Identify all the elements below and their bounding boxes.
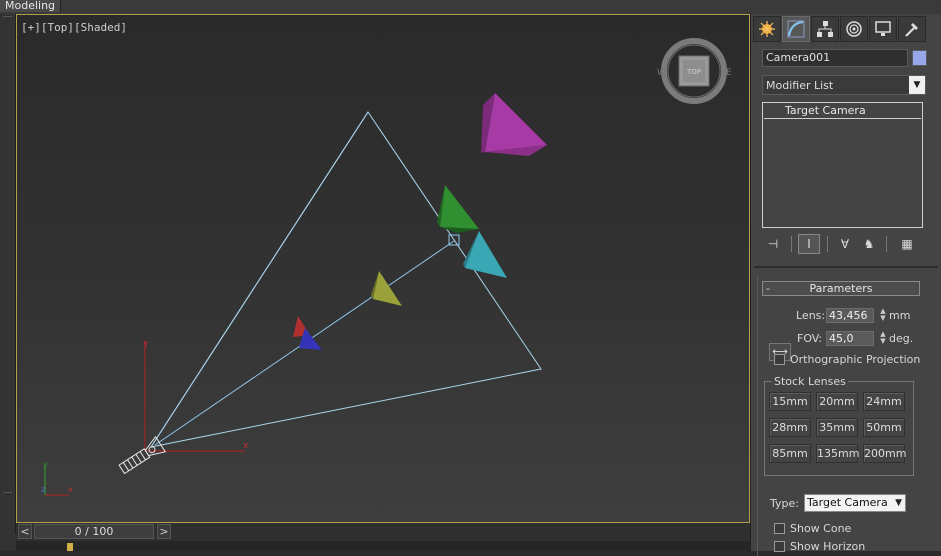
command-panel-tabs bbox=[753, 16, 929, 44]
hierarchy-tab[interactable] bbox=[811, 16, 839, 42]
parameters-rollout-header[interactable]: Parameters - bbox=[762, 281, 920, 296]
fov-spinner[interactable]: ▲ ▼ bbox=[879, 331, 887, 346]
motion-tab[interactable] bbox=[840, 16, 868, 42]
utilities-tab[interactable] bbox=[898, 16, 926, 42]
orthographic-label: Orthographic Projection bbox=[790, 353, 921, 366]
viewport-top[interactable]: y x y x z TOP W E [+][Top][Shaded] bbox=[16, 14, 750, 523]
time-slider[interactable]: 0 / 100 bbox=[34, 524, 154, 539]
status-corner bbox=[0, 534, 16, 551]
pyramid-green[interactable] bbox=[437, 185, 479, 233]
left-toolbar-strip bbox=[0, 14, 16, 534]
modifier-stack[interactable]: Target Camera bbox=[762, 102, 923, 228]
lens-200mm-button[interactable]: 200mm bbox=[863, 444, 906, 463]
lens-24mm-button[interactable]: 24mm bbox=[863, 392, 905, 411]
timeline-prev-button[interactable]: < bbox=[18, 524, 32, 539]
strip-divider bbox=[3, 16, 12, 17]
show-cone-label: Show Cone bbox=[790, 522, 852, 535]
configure-modifier-sets-icon[interactable]: ▦ bbox=[896, 234, 918, 254]
viewport-label[interactable]: [+][Top][Shaded] bbox=[21, 21, 127, 34]
stack-tools-divider bbox=[827, 236, 828, 252]
camera-axis-y-label: y bbox=[143, 339, 149, 349]
utilities-icon bbox=[905, 23, 918, 37]
viewport-scene: y x y x z TOP W E bbox=[41, 38, 732, 496]
modify-icon bbox=[787, 20, 805, 38]
create-icon bbox=[759, 21, 775, 37]
modifier-stack-tools: ⊣ I ∀ ♞ ▦ bbox=[762, 234, 927, 254]
modifier-list-label: Modifier List bbox=[766, 79, 834, 92]
stock-lenses-group: Stock Lenses 15mm 20mm 24mm 28mm 35mm 50… bbox=[764, 375, 914, 476]
fov-unit: deg. bbox=[889, 332, 914, 345]
camera-type-select[interactable]: Target Camera ▼ bbox=[804, 494, 906, 512]
remove-modifier-icon[interactable]: ♞ bbox=[858, 234, 880, 254]
strip-divider bbox=[3, 492, 12, 493]
world-axis-z-label: z bbox=[41, 485, 45, 494]
stack-tools-divider bbox=[791, 236, 792, 252]
lens-field[interactable]: 43,456 bbox=[826, 308, 874, 323]
lens-28mm-button[interactable]: 28mm bbox=[769, 418, 811, 437]
viewcube[interactable]: TOP W E bbox=[657, 38, 732, 104]
show-cone-checkbox[interactable] bbox=[774, 523, 785, 534]
frustum-edge bbox=[150, 111, 369, 448]
lens-label: Lens: bbox=[796, 309, 826, 322]
command-panel: Camera001 Modifier List ▼ Target Camera … bbox=[750, 14, 941, 556]
object-name-field[interactable]: Camera001 bbox=[762, 49, 908, 67]
stock-lenses-title: Stock Lenses bbox=[772, 375, 848, 388]
object-color-swatch[interactable] bbox=[912, 50, 927, 66]
chevron-down-icon: ▼ bbox=[909, 76, 925, 94]
type-label: Type: bbox=[770, 497, 799, 510]
parameters-title: Parameters bbox=[809, 282, 873, 295]
timeline-next-button[interactable]: > bbox=[157, 524, 171, 539]
chevron-down-icon: ▼ bbox=[895, 498, 902, 508]
hierarchy-icon bbox=[817, 21, 833, 37]
viewcube-east-label: E bbox=[726, 68, 732, 78]
viewcube-west-label: W bbox=[657, 68, 666, 78]
modify-tab[interactable] bbox=[782, 16, 810, 42]
panel-divider bbox=[754, 266, 938, 268]
show-horizon-checkbox[interactable] bbox=[774, 541, 785, 552]
ribbon-bar: Modeling bbox=[0, 0, 941, 14]
stack-tools-divider bbox=[886, 236, 887, 252]
pyramid-cyan[interactable] bbox=[463, 231, 507, 278]
stack-item-target-camera[interactable]: Target Camera bbox=[764, 104, 921, 119]
time-marker[interactable] bbox=[67, 543, 73, 551]
world-axis-x-label: x bbox=[68, 485, 73, 494]
lens-50mm-button[interactable]: 50mm bbox=[863, 418, 905, 437]
lens-spinner[interactable]: ▲ ▼ bbox=[879, 308, 887, 323]
pin-stack-icon[interactable]: ⊣ bbox=[762, 234, 784, 254]
world-axis-y-label: y bbox=[43, 460, 48, 469]
tab-modeling[interactable]: Modeling bbox=[0, 0, 62, 12]
fov-label: FOV: bbox=[797, 332, 823, 345]
collapse-icon: - bbox=[766, 282, 770, 295]
timeline-bar: < 0 / 100 > bbox=[16, 523, 750, 541]
viewcube-face-label: TOP bbox=[686, 68, 701, 76]
lens-15mm-button[interactable]: 15mm bbox=[769, 392, 811, 411]
pyramid-olive[interactable] bbox=[371, 271, 402, 306]
create-tab[interactable] bbox=[753, 16, 781, 42]
camera-frustum bbox=[149, 111, 542, 448]
lens-unit: mm bbox=[889, 309, 911, 322]
motion-icon bbox=[846, 21, 862, 37]
make-unique-icon[interactable]: ∀ bbox=[834, 234, 856, 254]
pyramid-red-blue[interactable] bbox=[293, 316, 322, 350]
show-horizon-label: Show Horizon bbox=[790, 540, 866, 553]
lens-35mm-button[interactable]: 35mm bbox=[816, 418, 858, 437]
pyramid-magenta[interactable] bbox=[481, 93, 547, 156]
lens-85mm-button[interactable]: 85mm bbox=[769, 444, 811, 463]
parameters-rollout: Parameters - Lens: 43,456 ▲ ▼ mm ⟷ FOV: 4… bbox=[757, 276, 937, 556]
fov-field[interactable]: 45,0 bbox=[826, 331, 874, 346]
lens-135mm-button[interactable]: 135mm bbox=[816, 444, 859, 463]
camera-type-value: Target Camera bbox=[807, 496, 888, 509]
track-bar[interactable] bbox=[16, 541, 750, 551]
camera-axis-x-label: x bbox=[243, 441, 249, 451]
lens-20mm-button[interactable]: 20mm bbox=[816, 392, 858, 411]
show-end-result-icon[interactable]: I bbox=[798, 234, 820, 254]
display-icon bbox=[875, 21, 891, 36]
orthographic-checkbox[interactable] bbox=[774, 354, 785, 365]
modifier-list-dropdown[interactable]: Modifier List ▼ bbox=[762, 75, 926, 95]
display-tab[interactable] bbox=[869, 16, 897, 42]
